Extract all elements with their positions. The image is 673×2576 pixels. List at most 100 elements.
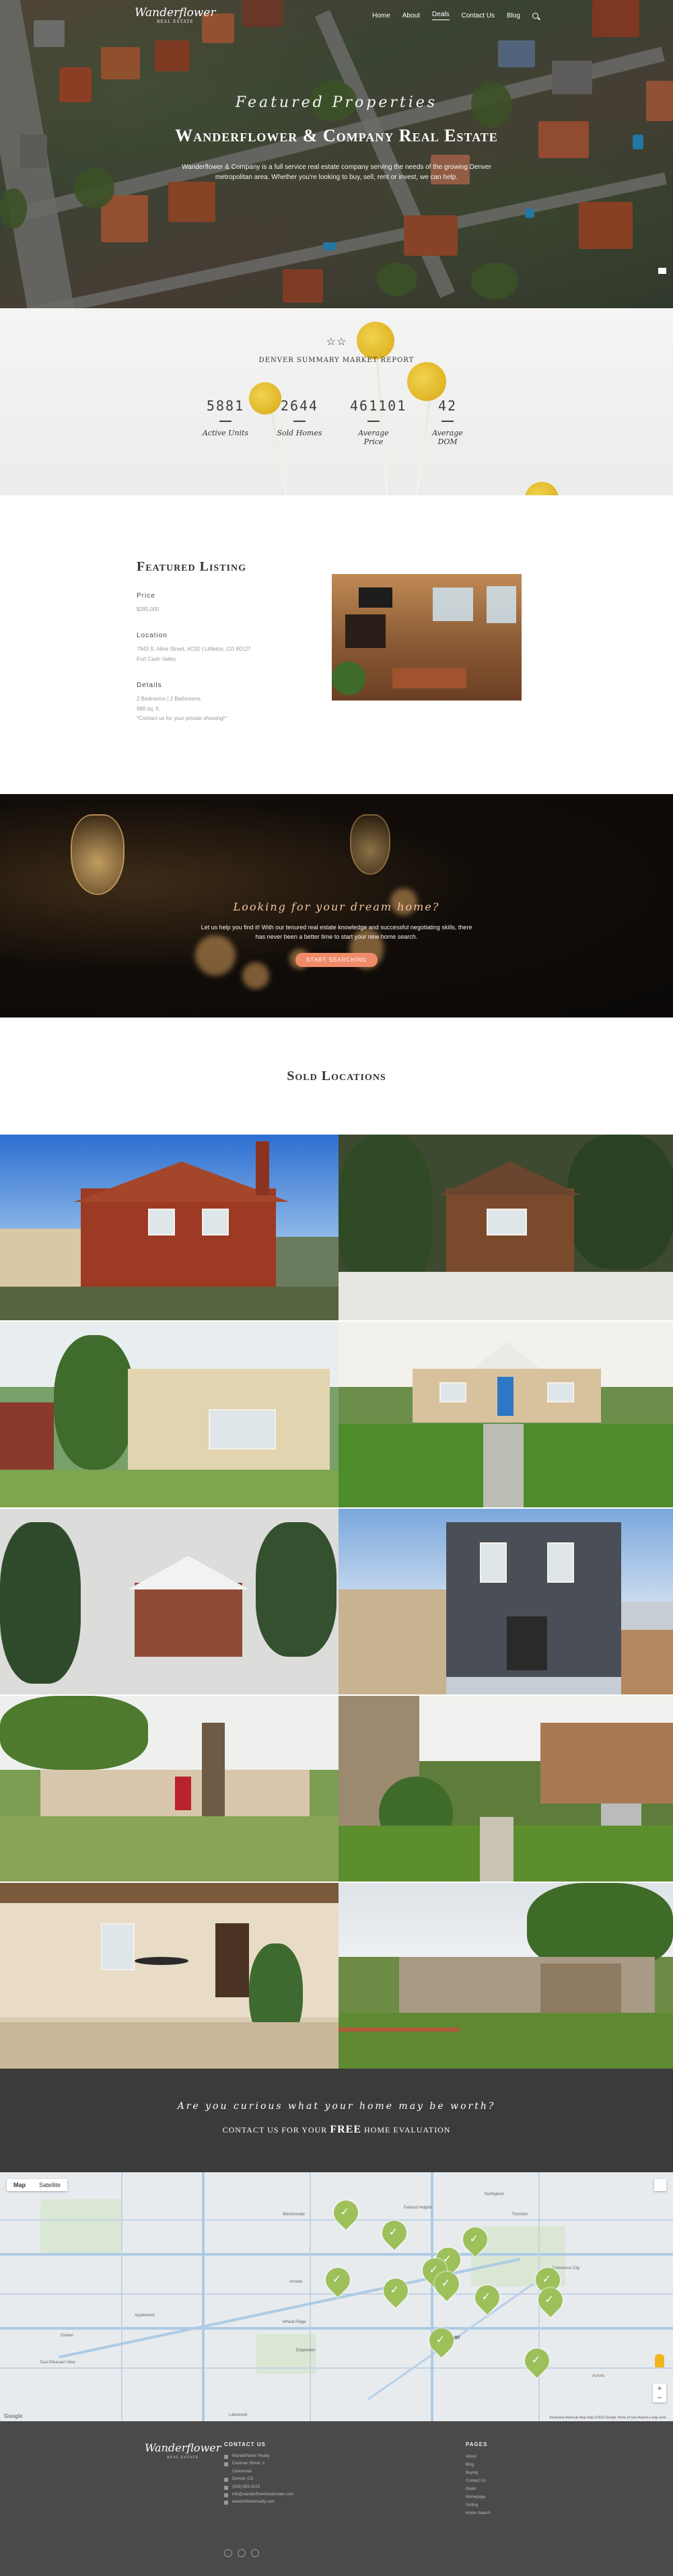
map-pin[interactable] [520, 2343, 555, 2378]
footer-link[interactable]: Buying [466, 2469, 491, 2477]
dream-home-content: Looking for your dream home? Let us help… [0, 900, 673, 967]
sold-home-photo[interactable] [339, 1135, 673, 1320]
map-label: Lakewood [229, 2413, 248, 2417]
map-pin[interactable] [320, 2262, 355, 2297]
map-label: Commerce City [552, 2266, 580, 2270]
satellite-view-button[interactable]: Satellite [32, 2179, 67, 2191]
sold-locations-gallery [0, 1135, 673, 2069]
sold-locations-title: Sold Locations [287, 1068, 386, 1083]
photo-walkway [480, 1817, 513, 1882]
cta-text-pre: Contact us for your [222, 2125, 328, 2135]
sold-home-photo[interactable] [339, 1696, 673, 1882]
sold-home-photo[interactable] [0, 1696, 339, 1882]
map-pin[interactable] [378, 2273, 413, 2308]
photo-chimney [256, 1141, 269, 1195]
photo-fence [621, 1630, 673, 1694]
sold-home-photo[interactable] [0, 1883, 339, 2069]
map-road [310, 2172, 311, 2421]
photo-walkway [483, 1424, 524, 1507]
map-label: Aurora [592, 2374, 605, 2378]
dream-home-description: Let us help you find it! With our tenure… [201, 924, 472, 941]
sold-home-photo[interactable] [0, 1135, 339, 1320]
contact-line: Centennial [224, 2468, 345, 2476]
google-logo: Google [4, 2413, 23, 2419]
nav-deals[interactable]: Deals [431, 11, 450, 20]
footer-pages: PAGES About Blog Buying Contact Us Deals… [466, 2441, 491, 2517]
price-value: $285,000 [137, 606, 160, 612]
contact-phone[interactable]: (303) 555-0123 [232, 2484, 260, 2491]
map-label: Applewood [135, 2314, 155, 2318]
mail-icon[interactable] [658, 268, 666, 274]
nav-contact-us[interactable]: Contact Us [462, 12, 495, 20]
location-label: Location [137, 632, 168, 640]
nav-about[interactable]: About [402, 12, 420, 20]
footer-link[interactable]: About [466, 2453, 491, 2461]
logo-text: Wanderflower [135, 5, 216, 20]
map-view-button[interactable]: Map [7, 2179, 32, 2191]
cta-text-free: FREE [330, 2124, 361, 2135]
contact-text: Wanderflower Realty [232, 2454, 270, 2458]
photo-fence [540, 1723, 673, 1803]
photo-snow [339, 1272, 673, 1320]
search-icon[interactable] [532, 12, 538, 19]
contact-email[interactable]: info@wanderflowerrealestate.com [232, 2491, 293, 2499]
zoom-out-button[interactable]: − [653, 2393, 666, 2402]
dream-home-title: Looking for your dream home? [233, 900, 440, 913]
nav-blog[interactable]: Blog [507, 12, 520, 20]
email-icon [224, 2493, 228, 2497]
sold-home-photo[interactable] [0, 1509, 339, 1694]
zoom-in-button[interactable]: + [653, 2384, 666, 2393]
footer-link[interactable]: Home Search [466, 2509, 491, 2517]
photo-garage [540, 1964, 621, 2017]
photo-window [433, 587, 473, 621]
photo-window [202, 1209, 229, 1236]
cta-link[interactable]: Contact us for your FREE home evaluation [0, 2124, 673, 2136]
footer-link[interactable]: Homepage [466, 2493, 491, 2501]
light-bulb [71, 814, 125, 895]
photo-window [480, 1542, 507, 1583]
footer-link[interactable]: Selling [466, 2501, 491, 2509]
stat-active-units: 5881 Active Units [202, 398, 249, 446]
sold-home-photo[interactable] [339, 1883, 673, 2069]
footer-link[interactable]: Deals [466, 2485, 491, 2493]
contact-website[interactable]: wanderflowerrealty.com [232, 2499, 275, 2506]
map-attribution[interactable]: Keyboard shortcuts Map data ©2022 Google… [550, 2416, 666, 2420]
top-navigation: Wanderflower REAL ESTATE Home About Deal… [0, 0, 673, 31]
map-road [0, 2367, 673, 2369]
photo-door [175, 1777, 191, 1810]
instagram-icon[interactable] [238, 2549, 246, 2557]
map-icon [224, 2478, 228, 2482]
location-value: 7943 S. Aline Street, #C02 | Littleton, … [137, 645, 291, 664]
details-note: *Contact us for your private showing!* [137, 715, 227, 721]
map-pin[interactable] [377, 2215, 412, 2250]
photo-door [215, 1923, 249, 1997]
sold-home-photo[interactable] [339, 1509, 673, 1694]
site-logo[interactable]: Wanderflower REAL ESTATE [135, 7, 215, 24]
nav-home[interactable]: Home [372, 12, 390, 20]
footer-link[interactable]: Blog [466, 2461, 491, 2469]
contact-line: Denver, CO [224, 2476, 345, 2483]
stat-divider [293, 421, 306, 422]
footer-logo[interactable]: Wanderflower REAL ESTATE [145, 2441, 221, 2460]
facebook-icon[interactable] [224, 2549, 232, 2557]
sold-home-photo[interactable] [339, 1322, 673, 1507]
featured-listing-photo[interactable] [332, 574, 522, 701]
photo-window [487, 586, 516, 623]
globe-icon [224, 2501, 228, 2505]
sold-home-photo[interactable] [0, 1322, 339, 1507]
footer-link[interactable]: Contact Us [466, 2477, 491, 2485]
twitter-icon[interactable] [251, 2549, 259, 2557]
contact-line: (303) 555-0123 [224, 2484, 345, 2491]
start-searching-button[interactable]: Start Searching [295, 952, 378, 967]
sold-locations-map[interactable]: Westminster Federal Heights Thornton Nor… [0, 2172, 673, 2421]
map-pin[interactable] [328, 2195, 363, 2230]
photo-tree [567, 1135, 673, 1269]
photo-fireplace [345, 614, 386, 648]
price-label: Price [137, 592, 155, 600]
fullscreen-icon[interactable] [654, 2179, 666, 2191]
stat-average-price: 461101 Average Price [350, 398, 405, 446]
street-view-icon[interactable] [655, 2354, 664, 2367]
photo-tree [256, 1522, 336, 1657]
photo-house [339, 1589, 446, 1694]
photo-window [101, 1923, 135, 1970]
